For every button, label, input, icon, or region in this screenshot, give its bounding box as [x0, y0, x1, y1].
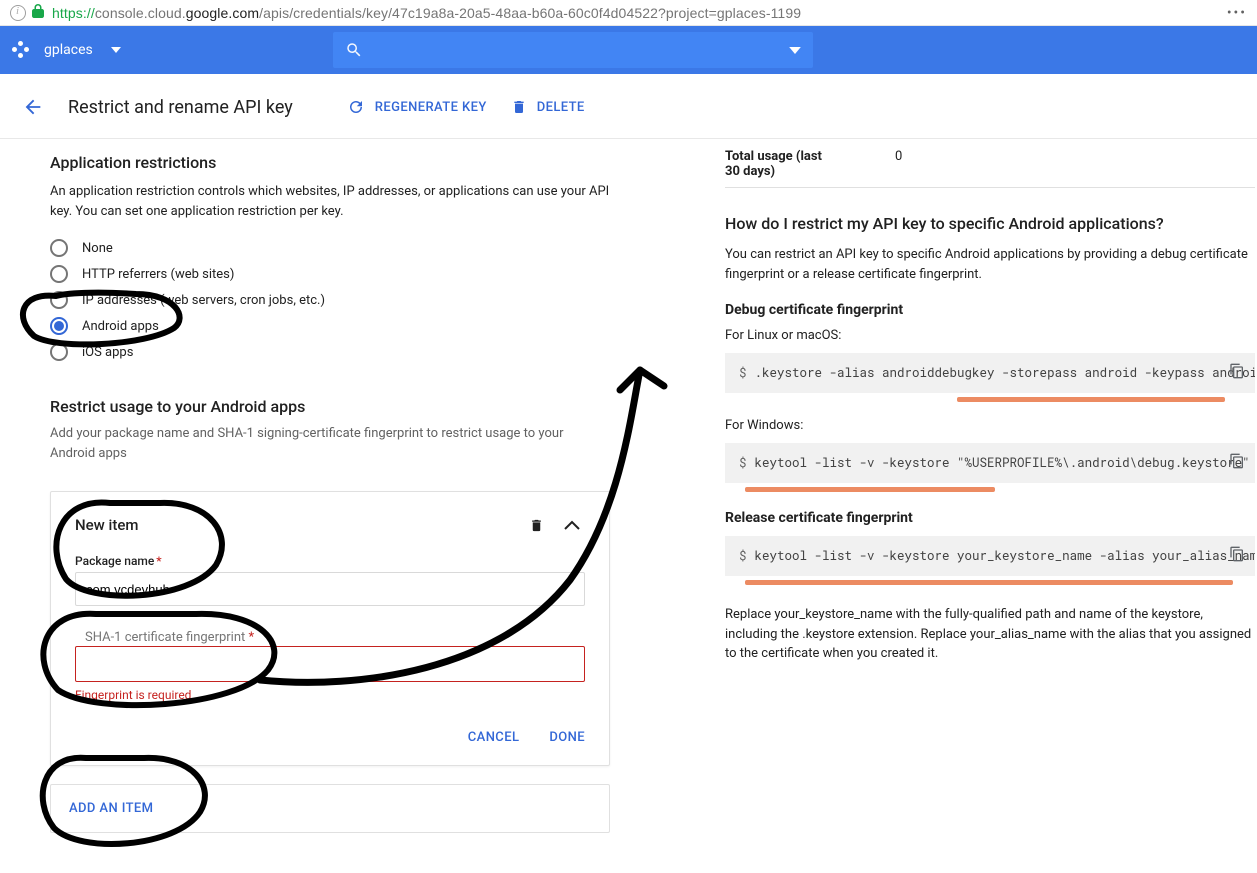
debug-win-command: $keytool -list -v -keystore "%USERPROFIL…: [725, 443, 1255, 483]
search-input[interactable]: [333, 32, 813, 68]
sha1-input[interactable]: [75, 646, 585, 682]
radio-icon: [50, 291, 68, 309]
help-heading: How do I restrict my API key to specific…: [725, 214, 1255, 233]
info-icon: [10, 5, 26, 21]
chevron-down-icon: [111, 47, 121, 53]
annotation-underline: [745, 487, 995, 492]
radio-android-apps[interactable]: Android apps: [50, 317, 610, 335]
debug-fp-heading: Debug certificate fingerprint: [725, 302, 1255, 318]
lock-icon: [32, 4, 44, 22]
copy-button[interactable]: [1229, 452, 1245, 474]
add-item-button[interactable]: ADD AN ITEM: [50, 784, 610, 833]
radio-ip-addresses[interactable]: IP addresses (web servers, cron jobs, et…: [50, 291, 610, 309]
radio-none[interactable]: None: [50, 239, 610, 257]
trash-icon: [511, 98, 527, 116]
product-icon: [12, 41, 30, 59]
chevron-up-icon: [564, 520, 580, 530]
regenerate-key-button[interactable]: REGENERATE KEY: [347, 98, 487, 116]
copy-icon: [1229, 362, 1245, 380]
radio-icon: [50, 265, 68, 283]
page-header: Restrict and rename API key REGENERATE K…: [0, 74, 1257, 139]
copy-icon: [1229, 452, 1245, 470]
delete-button[interactable]: DELETE: [511, 98, 585, 116]
debug-linux-label: For Linux or macOS:: [725, 328, 1255, 343]
help-desc: You can restrict an API key to specific …: [725, 245, 1255, 284]
back-button[interactable]: [22, 96, 44, 118]
required-asterisk: *: [156, 554, 161, 568]
new-item-card: New item Package name*: [50, 491, 610, 766]
usage-label: Total usage (last 30 days): [725, 149, 835, 179]
sha1-field: SHA-1 certificate fingerprint * Fingerpr…: [75, 642, 585, 702]
delete-item-button[interactable]: [523, 512, 549, 538]
done-button[interactable]: DONE: [549, 730, 585, 745]
radio-http-referrers[interactable]: HTTP referrers (web sites): [50, 265, 610, 283]
cloud-console-top-bar: gplaces: [0, 26, 1257, 74]
card-title: New item: [75, 516, 138, 534]
release-command: $keytool -list -v -keystore your_keystor…: [725, 536, 1255, 576]
browser-overflow-icon[interactable]: •••: [1227, 5, 1247, 21]
search-icon: [345, 41, 363, 59]
app-restrictions-desc: An application restriction controls whic…: [50, 182, 610, 221]
usage-value: 0: [895, 149, 902, 179]
debug-win-label: For Windows:: [725, 418, 1255, 433]
divider: [725, 187, 1255, 188]
trash-icon: [529, 517, 544, 534]
radio-ios-apps[interactable]: iOS apps: [50, 343, 610, 361]
sha1-error-text: Fingerprint is required: [75, 688, 585, 702]
annotation-underline: [745, 580, 1233, 585]
copy-icon: [1229, 545, 1245, 563]
copy-button[interactable]: [1229, 545, 1245, 567]
browser-address-bar: https://console.cloud.google.com/apis/cr…: [0, 0, 1257, 26]
project-name: gplaces: [44, 42, 93, 58]
cancel-button[interactable]: CANCEL: [468, 730, 520, 745]
radio-icon: [50, 343, 68, 361]
app-restrictions-heading: Application restrictions: [50, 153, 610, 172]
page-title: Restrict and rename API key: [68, 97, 293, 118]
chevron-down-icon: [789, 47, 801, 54]
release-fp-heading: Release certificate fingerprint: [725, 510, 1255, 526]
radio-icon: [50, 317, 68, 335]
package-name-input[interactable]: [75, 572, 585, 606]
package-name-field: Package name*: [75, 554, 585, 606]
release-note: Replace your_keystore_name with the full…: [725, 605, 1255, 664]
restrict-android-heading: Restrict usage to your Android apps: [50, 397, 610, 416]
collapse-button[interactable]: [559, 512, 585, 538]
url-text: https://console.cloud.google.com/apis/cr…: [52, 5, 801, 21]
debug-linux-command: $.keystore -alias androiddebugkey -store…: [725, 353, 1255, 393]
project-selector[interactable]: gplaces: [12, 41, 121, 59]
restriction-radio-group: None HTTP referrers (web sites) IP addre…: [50, 239, 610, 361]
annotation-underline: [957, 397, 1225, 402]
usage-row: Total usage (last 30 days) 0: [725, 149, 1255, 179]
radio-icon: [50, 239, 68, 257]
refresh-icon: [347, 98, 365, 116]
copy-button[interactable]: [1229, 362, 1245, 384]
restrict-android-desc: Add your package name and SHA-1 signing-…: [50, 424, 610, 463]
